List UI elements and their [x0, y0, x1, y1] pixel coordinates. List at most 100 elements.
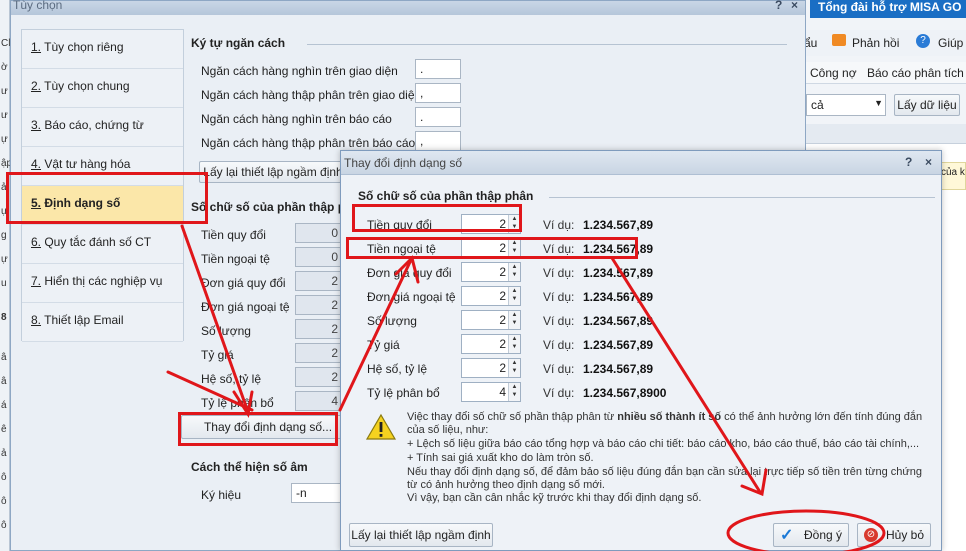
decimal-field[interactable]: 0: [295, 223, 343, 243]
nav-item-personal-options[interactable]: 1. Tùy chọn riêng: [22, 30, 183, 69]
thousands-ui-field[interactable]: .: [415, 59, 461, 79]
bg-filter-value: cả: [811, 98, 824, 112]
dlg-row-label: Đơn giá ngoại tệ: [367, 290, 456, 304]
decimal-spinner[interactable]: 2 ▲ ▼: [461, 334, 521, 354]
annotation-box: [6, 172, 208, 224]
warning-text-line1: Việc thay đổi số chữ số phần thập phân t…: [407, 411, 923, 423]
bg-tab-debt[interactable]: Công nợ: [810, 66, 857, 80]
nav-item-email-settings[interactable]: 8. Thiết lập Email: [22, 303, 183, 342]
dialog-title: Thay đổi định dạng số: [344, 156, 463, 170]
dlg-row-label: Đơn giá quy đổi: [367, 266, 452, 280]
example-label: Ví dụ:: [543, 218, 575, 232]
bg-load-data-button[interactable]: Lấy dữ liệu: [894, 94, 960, 116]
decimal-field[interactable]: 2: [295, 343, 343, 363]
example-value: 1.234.567,8900: [583, 386, 667, 400]
dialog-reset-button[interactable]: Lấy lại thiết lập ngầm định: [349, 523, 493, 547]
decimal-label: Số lượng: [201, 324, 251, 338]
decimal-spinner[interactable]: 2 ▲ ▼: [461, 286, 521, 306]
background-app-title: Tổng đài hỗ trợ MISA GO: [810, 0, 966, 18]
dialog-titlebar: Thay đổi định dạng số ? ×: [341, 151, 941, 175]
dialog-group-title: Số chữ số của phần thập phân: [358, 189, 534, 203]
decimal-label: Tiền ngoại tệ: [201, 252, 270, 266]
spinner-arrows-icon[interactable]: ▲ ▼: [508, 335, 520, 353]
warning-text-line3: + Lệch số liệu giữa báo cáo tổng hợp và …: [407, 438, 920, 450]
negative-symbol-field[interactable]: -n: [291, 483, 345, 503]
example-label: Ví dụ:: [543, 266, 575, 280]
background-app-tabs: Công nợ Báo cáo phân tích: [790, 62, 966, 84]
warning-text-line5: Nếu thay đổi định dạng số, để đảm bảo số…: [407, 466, 923, 478]
cancel-icon: ⊘: [864, 528, 878, 542]
chevron-down-icon: ▼: [874, 98, 883, 108]
nav-item-numbering-rules[interactable]: 6. Quy tắc đánh số CT: [22, 225, 183, 264]
dialog-help-button[interactable]: ?: [905, 155, 912, 169]
example-value: 1.234.567,89: [583, 218, 654, 232]
separator-reset-button[interactable]: Lấy lại thiết lập ngầm định: [199, 161, 347, 183]
bg-toolbar-feedback[interactable]: Phản hồi: [852, 36, 899, 50]
dialog-close-button[interactable]: ×: [925, 155, 932, 169]
nav-item-display-operations[interactable]: 7. Hiển thị các nghiệp vụ: [22, 264, 183, 303]
example-value: 1.234.567,89: [583, 266, 654, 280]
ok-button-label: Đồng ý: [804, 528, 843, 542]
help-icon: ?: [916, 34, 930, 48]
separator-group-title: Ký tự ngăn cách: [191, 36, 286, 50]
decimal-field[interactable]: 2: [295, 295, 343, 315]
decimal-spinner[interactable]: 4 ▲ ▼: [461, 382, 521, 402]
example-value: 1.234.567,89: [583, 362, 654, 376]
negative-group-title: Cách thể hiện số âm: [191, 460, 308, 474]
bg-tab-analysis[interactable]: Báo cáo phân tích: [867, 66, 964, 80]
example-label: Ví dụ:: [543, 362, 575, 376]
dlg-row-label: Số lượng: [367, 314, 417, 328]
nav-item-general-options[interactable]: 2. Tùy chọn chung: [22, 69, 183, 108]
decimal-field[interactable]: 4: [295, 391, 343, 411]
decimal-label: Đơn giá ngoại tệ: [201, 300, 290, 314]
decimal-spinner[interactable]: 2 ▲ ▼: [461, 262, 521, 282]
decimal-field[interactable]: 0: [295, 247, 343, 267]
decimal-label: Đơn giá quy đổi: [201, 276, 286, 290]
window-title: Tùy chọn: [13, 0, 63, 12]
decimal-label: Tiền quy đổi: [201, 228, 266, 242]
dlg-row-label: Tỷ lệ phân bổ: [367, 386, 440, 400]
decimal-spinner[interactable]: 2 ▲ ▼: [461, 310, 521, 330]
help-button[interactable]: ?: [775, 0, 782, 12]
example-value: 1.234.567,89: [583, 290, 654, 304]
background-app-note: của k: [938, 162, 966, 190]
background-app-filter: cả ▼ Lấy dữ liệu: [790, 92, 966, 120]
bg-toolbar-help[interactable]: Giúp: [938, 36, 963, 50]
thousands-ui-label: Ngăn cách hàng nghìn trên giao diện: [201, 64, 398, 78]
annotation-box: [178, 412, 338, 446]
group-divider: [307, 44, 787, 45]
nav-item-reports-vouchers[interactable]: 3. Báo cáo, chứng từ: [22, 108, 183, 147]
decimal-field[interactable]: 2: [295, 367, 343, 387]
example-label: Ví dụ:: [543, 290, 575, 304]
spinner-arrows-icon[interactable]: ▲ ▼: [508, 263, 520, 281]
background-app-left-labels: Cl ờ ư ư ự ập ảl ự g ự u 8 â â á ê ả ô ô…: [1, 38, 10, 531]
decimal-spinner[interactable]: 2 ▲ ▼: [461, 358, 521, 378]
dlg-row-label: Tỷ giá: [367, 338, 400, 352]
example-label: Ví dụ:: [543, 314, 575, 328]
bg-filter-select[interactable]: cả ▼: [806, 94, 886, 116]
spinner-arrows-icon[interactable]: ▲ ▼: [508, 311, 520, 329]
mail-icon: [832, 34, 846, 46]
bg-toolbar-item[interactable]: ẩu: [804, 36, 817, 50]
decimal-report-field[interactable]: ,: [415, 131, 461, 151]
decimal-ui-field[interactable]: ,: [415, 83, 461, 103]
warning-icon: [365, 413, 397, 440]
cancel-button[interactable]: ⊘ Hủy bỏ: [857, 523, 931, 547]
close-button[interactable]: ×: [791, 0, 798, 12]
decimal-field[interactable]: 2: [295, 319, 343, 339]
decimal-report-label: Ngăn cách hàng thập phân trên báo cáo: [201, 136, 416, 150]
ok-button[interactable]: ✓ Đồng ý: [773, 523, 849, 547]
decimal-label: Tỷ lệ phân bổ: [201, 396, 274, 410]
thousands-report-label: Ngăn cách hàng nghìn trên báo cáo: [201, 112, 392, 126]
decimal-field[interactable]: 2: [295, 271, 343, 291]
warning-text-line4: + Tính sai giá xuất kho do làm tròn số.: [407, 452, 594, 464]
decimal-label: Tỷ giá: [201, 348, 234, 362]
spinner-arrows-icon[interactable]: ▲ ▼: [508, 359, 520, 377]
dlg-row-label: Hệ số, tỷ lệ: [367, 362, 428, 376]
spinner-arrows-icon[interactable]: ▲ ▼: [508, 383, 520, 401]
thousands-report-field[interactable]: .: [415, 107, 461, 127]
decimal-label: Hệ số, tỷ lệ: [201, 372, 262, 386]
spinner-arrows-icon[interactable]: ▲ ▼: [508, 287, 520, 305]
options-titlebar: Tùy chọn ? ×: [11, 0, 805, 15]
example-value: 1.234.567,89: [583, 314, 654, 328]
